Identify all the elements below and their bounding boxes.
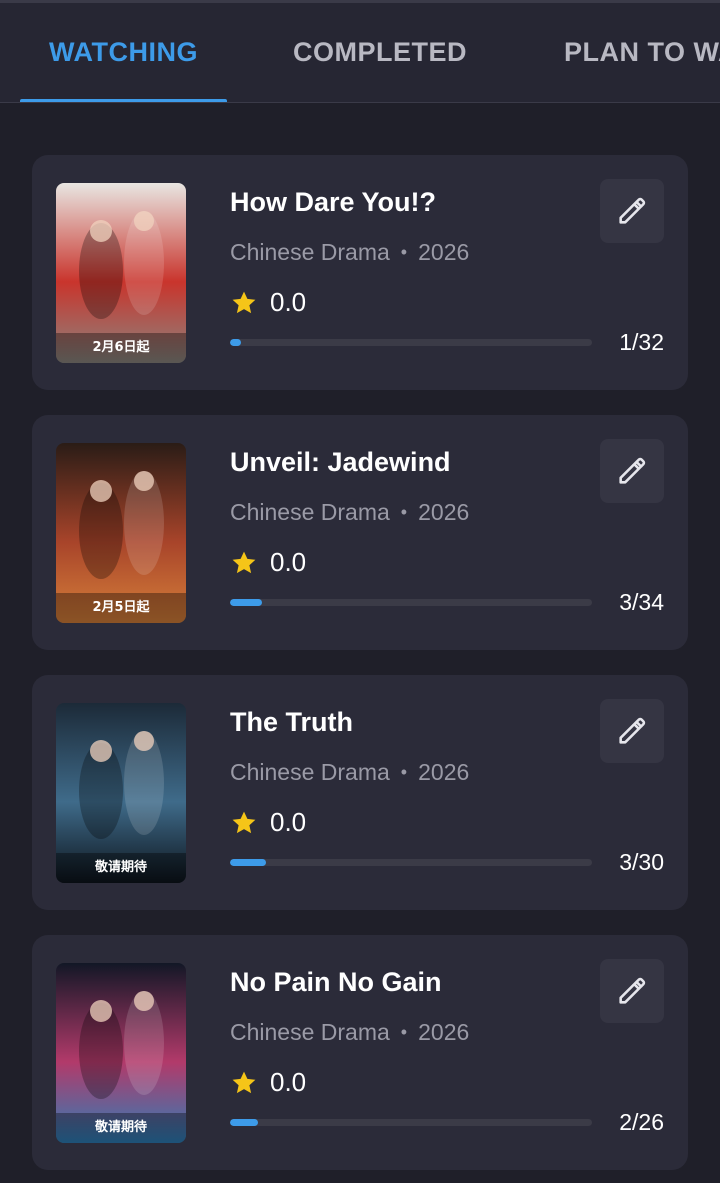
episode-count: 3/30 [619,849,664,875]
edit-button[interactable] [600,439,664,503]
show-meta: Chinese Drama • 2026 [230,499,469,526]
show-year: 2026 [418,1019,470,1045]
rating-value: 0.0 [270,807,307,837]
episode-progress-fill [230,339,242,346]
episode-count: 2/26 [619,1109,664,1135]
episode-count: 1/32 [619,329,664,355]
meta-separator: • [400,502,408,522]
show-card[interactable]: 敬请期待 No Pain No Gain Chinese Drama • 2026 0.0… [32,935,688,1170]
episode-progress-bar [230,1119,592,1126]
star-icon [232,551,256,573]
pencil-icon [619,977,646,1004]
show-type: Chinese Drama [230,239,390,265]
episode-progress-fill [230,599,262,606]
show-card[interactable]: 2月5日起 Unveil: Jadewind Chinese Drama • 2026 0… [32,415,688,650]
meta-separator: • [400,242,408,262]
pencil-icon [619,457,646,484]
poster-caption: 敬请期待 [94,1120,147,1135]
poster-image[interactable]: 敬请期待 [56,703,186,883]
star-icon [232,1071,256,1093]
show-title[interactable]: Unveil: Jadewind [230,447,451,478]
rating: 0.0 [230,287,306,318]
show-card[interactable]: 敬请期待 The Truth Chinese Drama • 2026 0.0 3/30 [32,675,688,910]
poster-image[interactable]: 2月6日起 [56,183,186,363]
poster-caption: 敬请期待 [94,860,147,875]
show-card[interactable]: 2月6日起 How Dare You!? Chinese Drama • 2026 0.0… [32,155,688,390]
rating-value: 0.0 [270,547,307,577]
rating: 0.0 [230,547,306,578]
show-type: Chinese Drama [230,759,390,785]
show-title[interactable]: How Dare You!? [230,187,436,218]
rating: 0.0 [230,1067,306,1098]
edit-button[interactable] [600,179,664,243]
pencil-icon [619,717,646,744]
episode-count: 3/34 [619,589,664,615]
show-year: 2026 [418,759,470,785]
show-year: 2026 [418,239,470,265]
episode-progress-bar [230,859,592,866]
show-type: Chinese Drama [230,1019,390,1045]
episode-progress-fill [230,1119,258,1126]
show-meta: Chinese Drama • 2026 [230,1019,469,1046]
tab-watching[interactable]: WATCHING [20,3,227,102]
rating-value: 0.0 [270,287,307,317]
rating-value: 0.0 [270,1067,307,1097]
episode-progress-fill [230,859,267,866]
episode-progress-bar [230,599,592,606]
episode-progress-bar [230,339,592,346]
show-meta: Chinese Drama • 2026 [230,239,469,266]
meta-separator: • [400,762,408,782]
rating: 0.0 [230,807,306,838]
poster-image[interactable]: 2月5日起 [56,443,186,623]
edit-button[interactable] [600,959,664,1023]
poster-caption: 2月6日起 [92,340,150,355]
star-icon [232,811,256,833]
meta-separator: • [400,1022,408,1042]
show-year: 2026 [418,499,470,525]
star-icon [232,291,256,313]
show-meta: Chinese Drama • 2026 [230,759,469,786]
poster-image[interactable]: 敬请期待 [56,963,186,1143]
tab-completed[interactable]: COMPLETED [268,3,492,102]
tab-plan-to-watch[interactable]: PLAN TO WATCH [545,3,720,102]
show-title[interactable]: No Pain No Gain [230,967,442,998]
show-type: Chinese Drama [230,499,390,525]
tab-bar: WATCHING COMPLETED PLAN TO WATCH [0,3,720,102]
pencil-icon [619,197,646,224]
poster-caption: 2月5日起 [92,600,150,615]
watch-list[interactable]: 2月6日起 How Dare You!? Chinese Drama • 2026 0.0… [0,103,720,1183]
show-title[interactable]: The Truth [230,707,353,738]
edit-button[interactable] [600,699,664,763]
